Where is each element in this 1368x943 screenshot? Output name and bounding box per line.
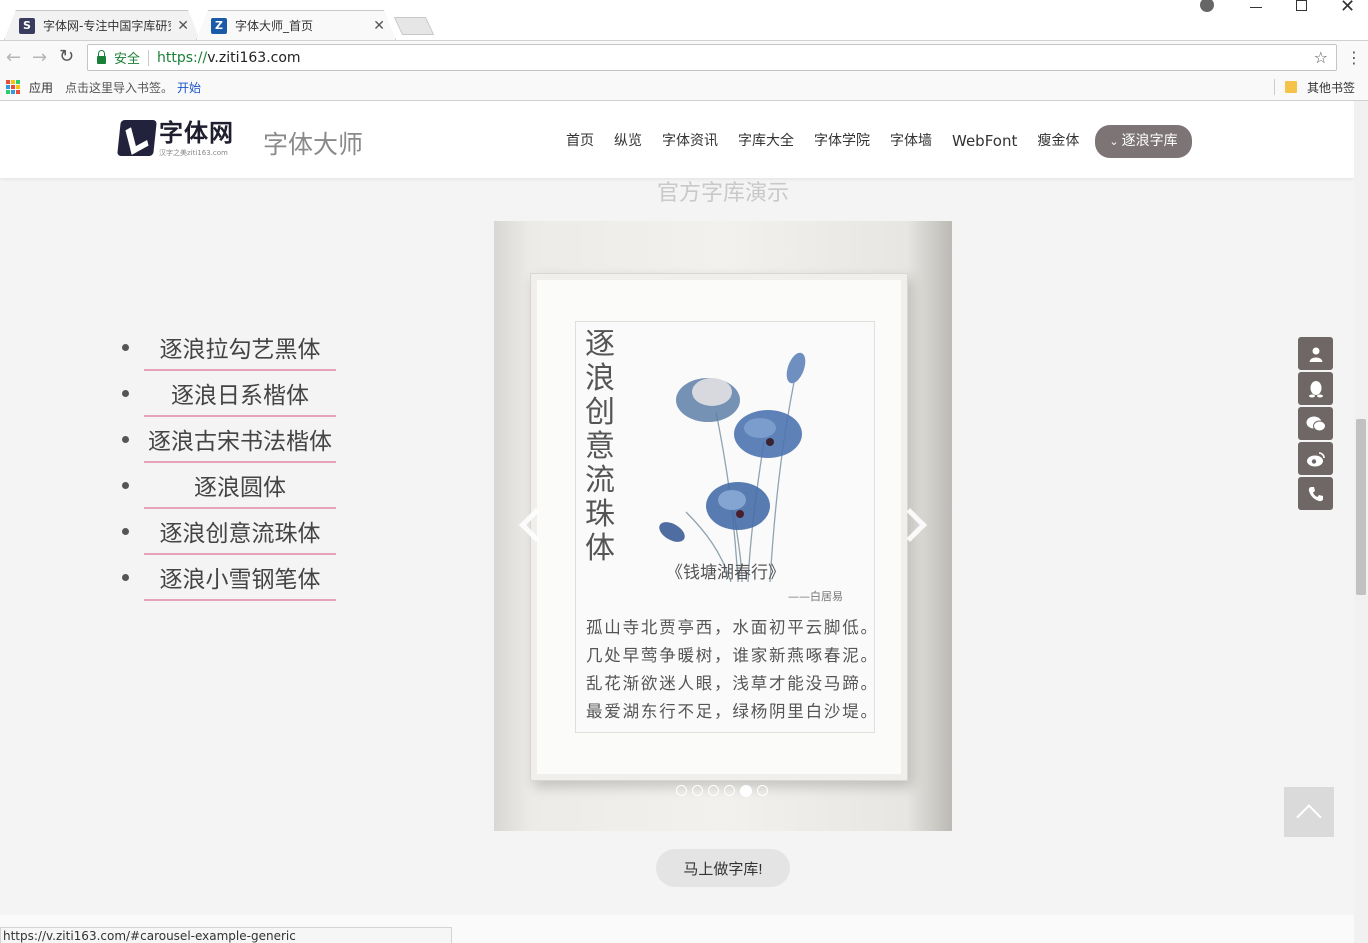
font-list-item[interactable]: 逐浪拉勾艺黑体 xyxy=(122,325,336,371)
poem-card: 逐浪创意流珠体 《钱塘湖春行》 ——白居易 孤山寺北贾亭西，水面初平云脚低。 几… xyxy=(575,321,879,733)
window-close-button[interactable]: ✕ xyxy=(1340,0,1355,17)
tab-close-icon[interactable]: ✕ xyxy=(177,18,189,34)
font-list-item[interactable]: 逐浪日系楷体 xyxy=(122,371,336,417)
font-list-item[interactable]: 逐浪古宋书法楷体 xyxy=(122,417,336,463)
browser-tab-bar: S 字体网-专注中国字库研究 ✕ Z 字体大师_首页 ✕ ✕ xyxy=(0,0,1368,40)
carousel-indicator[interactable] xyxy=(676,785,687,796)
bookmark-star-icon[interactable]: ☆ xyxy=(1314,48,1328,67)
nav-font-news[interactable]: 字体资讯 xyxy=(652,125,728,157)
logo-subtitle: 汉字之美ziti163.com xyxy=(159,149,228,157)
divider xyxy=(1274,79,1275,95)
profile-icon[interactable] xyxy=(1200,0,1214,12)
scrollbar-thumb[interactable] xyxy=(1356,419,1366,595)
bookmarks-bar: 应用 点击这里导入书签。 开始 其他书签 xyxy=(0,74,1368,101)
wechat-icon[interactable] xyxy=(1298,407,1333,440)
site-header: 字体网 汉字之美ziti163.com 字体大师 首页 纵览 字体资讯 字库大全… xyxy=(0,101,1354,178)
site-title: 字体大师 xyxy=(263,130,364,159)
font-list-item[interactable]: 逐浪圆体 xyxy=(122,463,336,509)
vertical-font-title: 逐浪创意流珠体 xyxy=(585,327,615,566)
font-list: 逐浪拉勾艺黑体 逐浪日系楷体 逐浪古宋书法楷体 逐浪圆体 逐浪创意流珠体 逐浪小… xyxy=(122,325,336,601)
carousel-indicator[interactable] xyxy=(757,785,768,796)
minimize-button[interactable] xyxy=(1250,0,1262,8)
security-label: 安全 xyxy=(114,52,141,67)
nav-font-academy[interactable]: 字体学院 xyxy=(804,125,880,157)
back-arrow-icon[interactable]: ← xyxy=(6,47,21,68)
apps-grid-icon[interactable] xyxy=(6,80,20,94)
tab-title: 字体大师_首页 xyxy=(235,19,314,33)
poem-line: 几处早莺争暖树，谁家新燕啄春泥。 xyxy=(586,646,879,665)
nav-active-label: 逐浪字库 xyxy=(1121,132,1178,149)
forward-arrow-icon[interactable]: → xyxy=(32,47,47,68)
poem-author: ——白居易 xyxy=(788,590,843,603)
ziti-logo-icon xyxy=(117,120,157,156)
poem-body: 孤山寺北贾亭西，水面初平云脚低。 几处早莺争暖树，谁家新燕啄春泥。 乱花渐欲迷人… xyxy=(586,614,879,726)
poem-line: 乱花渐欲迷人眼，浅草才能没马蹄。 xyxy=(586,674,879,693)
other-bookmarks[interactable]: 其他书签 xyxy=(1307,79,1355,96)
folder-icon xyxy=(1285,81,1297,93)
back-to-top-button[interactable] xyxy=(1284,787,1334,837)
page-scrollbar[interactable] xyxy=(1354,101,1368,943)
watercolor-flowers-illustration xyxy=(659,352,806,582)
carousel-indicator[interactable] xyxy=(724,785,735,796)
address-bar[interactable]: 安全 https://v.ziti163.com ☆ xyxy=(87,44,1337,71)
chevron-up-icon xyxy=(1296,804,1322,830)
carousel-indicator-active[interactable] xyxy=(740,785,752,797)
floating-contact-toolbar xyxy=(1298,337,1333,512)
url-scheme: https:// xyxy=(157,49,208,66)
status-bar-url: https://v.ziti163.com/#carousel-example-… xyxy=(0,927,452,943)
lock-icon xyxy=(97,49,106,64)
carousel-indicator[interactable] xyxy=(692,785,703,796)
nav-zhulang-fonts[interactable]: ⌄ 逐浪字库 xyxy=(1095,124,1192,158)
maximize-button[interactable] xyxy=(1296,0,1307,11)
main-nav: 首页 纵览 字体资讯 字库大全 字体学院 字体墙 WebFont 瘦金体 ⌄ 逐浪… xyxy=(556,124,1192,158)
site-logo[interactable]: 字体网 汉字之美ziti163.com xyxy=(117,118,237,158)
new-tab-button[interactable] xyxy=(393,17,435,35)
carousel-indicators xyxy=(676,785,768,797)
browser-tab-ziti-master[interactable]: Z 字体大师_首页 ✕ xyxy=(196,10,396,40)
nav-overview[interactable]: 纵览 xyxy=(604,125,652,157)
divider xyxy=(148,49,150,66)
weibo-icon[interactable] xyxy=(1298,442,1333,475)
font-demo-carousel[interactable]: 逐浪创意流珠体 《钱塘湖春行》 ——白居易 孤山寺北贾亭西，水面初平云脚低。 几… xyxy=(494,221,952,831)
url-host: v.ziti163.com xyxy=(207,49,301,66)
browser-toolbar: ← → ↻ 安全 https://v.ziti163.com ☆ ⋮ xyxy=(0,40,1368,74)
tab-title: 字体网-专注中国字库研究 xyxy=(43,19,172,33)
logo-title: 字体网 xyxy=(159,118,234,147)
z-logo-icon: Z xyxy=(211,17,227,34)
picture-frame: 逐浪创意流珠体 《钱塘湖春行》 ——白居易 孤山寺北贾亭西，水面初平云脚低。 几… xyxy=(530,273,908,781)
qq-icon[interactable] xyxy=(1298,372,1333,405)
bookmark-start-link[interactable]: 开始 xyxy=(177,79,201,96)
poem-line: 最爱湖东行不足，绿杨阴里白沙堤。 xyxy=(586,702,879,721)
phone-icon[interactable] xyxy=(1298,477,1333,510)
tab-close-icon[interactable]: ✕ xyxy=(373,18,385,34)
page-viewport: 字体网 汉字之美ziti163.com 字体大师 首页 纵览 字体资讯 字库大全… xyxy=(0,101,1354,943)
chevron-down-icon: ⌄ xyxy=(1109,134,1119,148)
poem-line: 孤山寺北贾亭西，水面初平云脚低。 xyxy=(586,618,879,637)
nav-shoujin[interactable]: 瘦金体 xyxy=(1027,125,1089,157)
ziti-logo-icon: S xyxy=(19,17,35,34)
nav-font-wall[interactable]: 字体墙 xyxy=(880,125,942,157)
browser-tab-ziti[interactable]: S 字体网-专注中国字库研究 ✕ xyxy=(4,10,200,40)
carousel-indicator[interactable] xyxy=(708,785,719,796)
make-font-button[interactable]: 马上做字库! xyxy=(656,849,790,887)
nav-webfont[interactable]: WebFont xyxy=(942,125,1027,157)
nav-home[interactable]: 首页 xyxy=(556,125,604,157)
poem-title: 《钱塘湖春行》 xyxy=(666,563,785,583)
font-list-item[interactable]: 逐浪创意流珠体 xyxy=(122,509,336,555)
bookmark-apps[interactable]: 应用 xyxy=(29,79,53,96)
browser-menu-icon[interactable]: ⋮ xyxy=(1346,48,1362,67)
reload-icon[interactable]: ↻ xyxy=(59,46,74,67)
url-text[interactable]: https://v.ziti163.com xyxy=(157,50,301,66)
bookmark-import-hint: 点击这里导入书签。 xyxy=(65,81,174,95)
font-list-item[interactable]: 逐浪小雪钢笔体 xyxy=(122,555,336,601)
section-title: 官方字库演示 xyxy=(656,181,789,206)
user-icon[interactable] xyxy=(1298,337,1333,370)
nav-font-library[interactable]: 字库大全 xyxy=(728,125,804,157)
